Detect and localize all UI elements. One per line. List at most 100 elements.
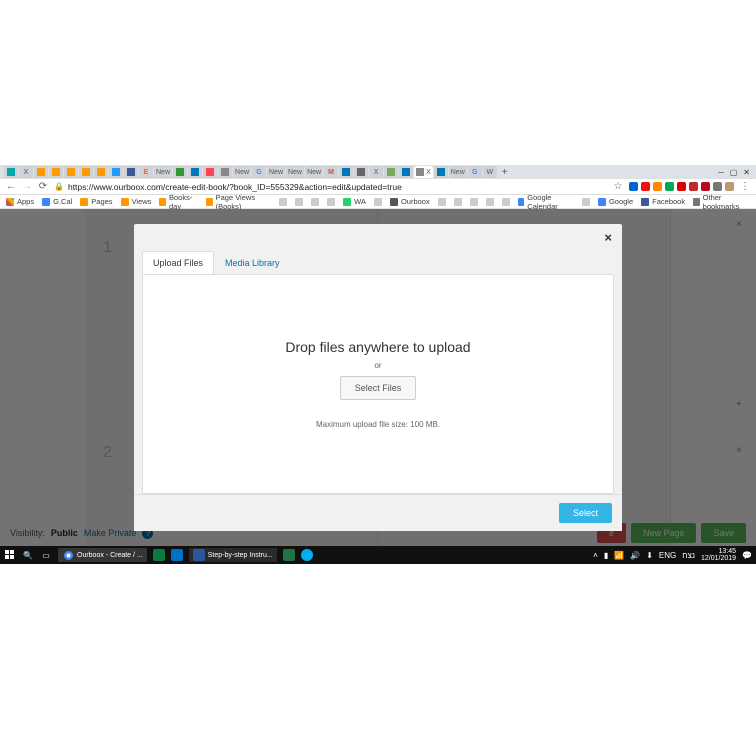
tray-chevron-icon[interactable]: ˄ xyxy=(593,551,598,560)
modal-header: × xyxy=(134,224,622,251)
battery-icon[interactable]: ▮ xyxy=(604,551,608,560)
tab-upload-files[interactable]: Upload Files xyxy=(142,251,214,275)
browser-tab[interactable]: New xyxy=(305,166,323,178)
close-icon[interactable]: ✕ xyxy=(743,168,750,177)
browser-tab[interactable] xyxy=(124,166,138,178)
browser-tab[interactable] xyxy=(384,166,398,178)
taskbar-app-word[interactable]: Step-by-step Instru... xyxy=(189,548,277,562)
bookmark-item[interactable] xyxy=(438,198,446,206)
star-icon[interactable]: ☆ xyxy=(613,182,623,192)
ext-icon[interactable] xyxy=(701,182,710,191)
browser-tab[interactable] xyxy=(203,166,217,178)
bookmark-item[interactable]: Google xyxy=(598,197,633,206)
volume-icon[interactable]: 🔊 xyxy=(630,551,640,560)
menu-icon[interactable]: ⋮ xyxy=(740,182,750,192)
bookmark-item[interactable]: G.Cal xyxy=(42,197,72,206)
keyboard-layout[interactable]: נצח xyxy=(682,551,695,560)
taskbar-app-skype[interactable] xyxy=(301,549,313,561)
url-field[interactable]: 🔒 https://www.ourboox.com/create-edit-bo… xyxy=(54,182,607,192)
browser-tab[interactable]: X xyxy=(19,166,33,178)
minimize-icon[interactable]: ─ xyxy=(718,168,724,177)
browser-tab[interactable]: New xyxy=(233,166,251,178)
browser-tab[interactable] xyxy=(79,166,93,178)
clock[interactable]: 13:45 12/01/2019 xyxy=(701,548,736,562)
dropbox-icon[interactable]: ⬇ xyxy=(646,551,653,560)
back-icon[interactable]: ← xyxy=(6,182,16,192)
reload-icon[interactable]: ⟳ xyxy=(38,182,48,192)
ext-icon[interactable] xyxy=(665,182,674,191)
browser-tab[interactable] xyxy=(94,166,108,178)
new-tab-button[interactable]: + xyxy=(498,167,512,178)
ext-icon[interactable] xyxy=(677,182,686,191)
browser-tab[interactable]: New xyxy=(267,166,285,178)
browser-tab[interactable] xyxy=(354,166,368,178)
modal-overlay[interactable]: × Upload Files Media Library Drop files … xyxy=(0,209,756,546)
language-indicator[interactable]: ENG xyxy=(659,551,676,560)
upload-dropzone[interactable]: Drop files anywhere to upload or Select … xyxy=(142,274,614,494)
bookmark-item[interactable] xyxy=(295,198,303,206)
ext-icon[interactable] xyxy=(689,182,698,191)
bookmark-item[interactable]: Ourboox xyxy=(390,197,430,206)
taskbar-app-chrome[interactable]: Ourboox - Create / ... xyxy=(58,548,147,562)
search-icon[interactable]: 🔍 xyxy=(22,549,34,561)
browser-tab[interactable] xyxy=(109,166,123,178)
browser-tab[interactable]: M xyxy=(324,166,338,178)
browser-tab[interactable]: G xyxy=(252,166,266,178)
taskbar-app-outlook[interactable] xyxy=(171,549,183,561)
browser-tab[interactable] xyxy=(339,166,353,178)
bookmark-item[interactable]: Pages xyxy=(80,197,112,206)
browser-tab[interactable]: New xyxy=(449,166,467,178)
notifications-icon[interactable]: 💬 xyxy=(742,551,752,560)
bookmark-item[interactable]: Facebook xyxy=(641,197,685,206)
start-icon[interactable] xyxy=(4,549,16,561)
browser-tab[interactable] xyxy=(173,166,187,178)
ext-icon[interactable] xyxy=(653,182,662,191)
ext-icon[interactable] xyxy=(713,182,722,191)
avatar-icon[interactable] xyxy=(725,182,734,191)
forward-icon[interactable]: → xyxy=(22,182,32,192)
bookmark-item[interactable] xyxy=(470,198,478,206)
browser-tab[interactable]: New xyxy=(154,166,172,178)
browser-tab[interactable] xyxy=(49,166,63,178)
browser-tab[interactable] xyxy=(434,166,448,178)
taskbar-app-excel[interactable] xyxy=(283,549,295,561)
bookmark-item[interactable]: WA xyxy=(343,197,366,206)
bookmark-item[interactable] xyxy=(327,198,335,206)
select-button[interactable]: Select xyxy=(559,503,612,523)
bookmark-item[interactable]: Google Calendar xyxy=(518,193,574,211)
bookmark-item[interactable] xyxy=(454,198,462,206)
maximize-icon[interactable]: ▢ xyxy=(730,168,738,177)
tab-media-library[interactable]: Media Library xyxy=(214,251,291,275)
bookmark-item[interactable]: Views xyxy=(121,197,152,206)
apps-button[interactable]: Apps xyxy=(6,197,34,206)
ext-icon[interactable] xyxy=(629,182,638,191)
browser-tab[interactable]: X xyxy=(369,166,383,178)
windows-taskbar: 🔍 ▭ Ourboox - Create / ... Step-by-step … xyxy=(0,546,756,564)
close-icon[interactable]: × xyxy=(604,230,612,245)
browser-tab[interactable] xyxy=(188,166,202,178)
bookmark-item[interactable] xyxy=(374,198,382,206)
taskview-icon[interactable]: ▭ xyxy=(40,549,52,561)
bookmark-item[interactable] xyxy=(279,198,287,206)
bookmark-item[interactable] xyxy=(582,198,590,206)
browser-tab[interactable] xyxy=(218,166,232,178)
browser-tab[interactable]: G xyxy=(468,166,482,178)
taskbar-app[interactable] xyxy=(153,549,165,561)
bookmark-item[interactable] xyxy=(311,198,319,206)
select-files-button[interactable]: Select Files xyxy=(340,376,417,400)
browser-tab[interactable] xyxy=(64,166,78,178)
bookmark-item[interactable]: Page Views (Books) xyxy=(206,193,271,211)
browser-tab-active[interactable]: X xyxy=(414,166,433,178)
bookmark-item[interactable]: Books-day xyxy=(159,193,198,211)
bookmark-item[interactable] xyxy=(502,198,510,206)
browser-tab[interactable]: New xyxy=(286,166,304,178)
browser-tab[interactable] xyxy=(4,166,18,178)
other-bookmarks[interactable]: Other bookmarks xyxy=(693,193,750,211)
bookmark-item[interactable] xyxy=(486,198,494,206)
browser-tab[interactable]: E xyxy=(139,166,153,178)
wifi-icon[interactable]: 📶 xyxy=(614,551,624,560)
browser-tab[interactable] xyxy=(34,166,48,178)
browser-tab[interactable]: W xyxy=(483,166,497,178)
ext-icon[interactable] xyxy=(641,182,650,191)
browser-tab[interactable] xyxy=(399,166,413,178)
